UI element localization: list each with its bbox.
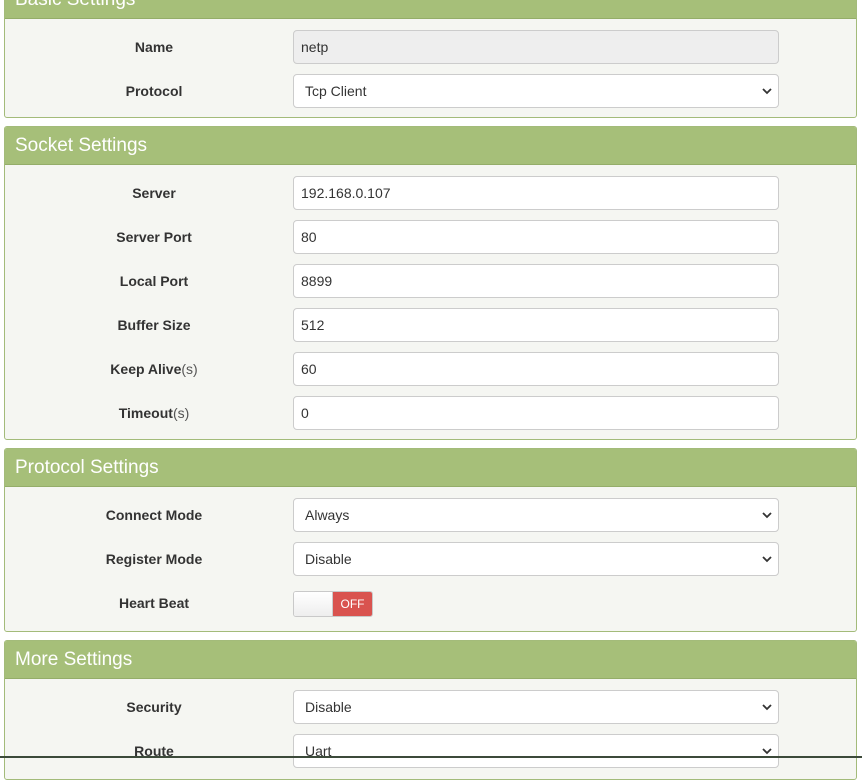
- keep-alive-row: Keep Alive(s) 60: [5, 352, 856, 386]
- name-field[interactable]: netp: [293, 30, 779, 64]
- connect-mode-select-value: Always: [305, 507, 350, 523]
- security-row: Security Disable: [5, 690, 856, 724]
- basic-settings-panel: Basic Settings Name netp Protocol Tcp Cl…: [4, 0, 857, 118]
- connect-mode-row: Connect Mode Always: [5, 498, 856, 532]
- toggle-off-state: OFF: [333, 592, 372, 616]
- local-port-input[interactable]: 8899: [293, 264, 779, 298]
- connect-mode-select[interactable]: Always: [293, 498, 779, 532]
- keep-alive-unit: (s): [181, 361, 198, 377]
- protocol-settings-title: Protocol Settings: [5, 449, 856, 487]
- toggle-knob: [294, 592, 333, 616]
- register-mode-select-value: Disable: [305, 551, 352, 567]
- chevron-down-icon: [762, 88, 772, 95]
- security-select-value: Disable: [305, 699, 352, 715]
- socket-settings-panel: Socket Settings Server 192.168.0.107 Ser…: [4, 126, 857, 440]
- buffer-size-label: Buffer Size: [117, 317, 191, 333]
- connect-mode-label: Connect Mode: [105, 507, 203, 523]
- keep-alive-input[interactable]: 60: [293, 352, 779, 386]
- keep-alive-label-text: Keep Alive: [110, 361, 182, 377]
- heart-beat-toggle[interactable]: OFF: [293, 591, 373, 617]
- security-label: Security: [126, 699, 182, 715]
- protocol-row: Protocol Tcp Client: [5, 74, 856, 108]
- heart-beat-row: Heart Beat OFF: [5, 586, 856, 620]
- timeout-label-text: Timeout: [118, 405, 173, 421]
- keep-alive-label: Keep Alive(s): [5, 352, 303, 386]
- chevron-down-icon: [762, 556, 772, 563]
- name-row: Name netp: [5, 30, 856, 64]
- server-port-row: Server Port 80: [5, 220, 856, 254]
- basic-settings-title: Basic Settings: [5, 0, 856, 19]
- local-port-label: Local Port: [119, 273, 189, 289]
- server-label: Server: [132, 185, 176, 201]
- more-settings-panel: More Settings Security Disable Route Uar…: [4, 640, 857, 780]
- protocol-select-value: Tcp Client: [305, 83, 367, 99]
- timeout-row: Timeout(s) 0: [5, 396, 856, 430]
- chevron-down-icon: [762, 704, 772, 711]
- protocol-settings-panel: Protocol Settings Connect Mode Always Re…: [4, 448, 857, 632]
- chevron-down-icon: [762, 512, 772, 519]
- server-row: Server 192.168.0.107: [5, 176, 856, 210]
- security-select[interactable]: Disable: [293, 690, 779, 724]
- route-label: Route: [134, 743, 174, 759]
- timeout-unit: (s): [172, 405, 190, 421]
- route-select[interactable]: Uart: [293, 734, 779, 768]
- register-mode-select[interactable]: Disable: [293, 542, 779, 576]
- more-settings-title: More Settings: [5, 641, 856, 679]
- buffer-size-input[interactable]: 512: [293, 308, 779, 342]
- local-port-row: Local Port 8899: [5, 264, 856, 298]
- chevron-down-icon: [762, 748, 772, 755]
- server-port-input[interactable]: 80: [293, 220, 779, 254]
- heart-beat-label: Heart Beat: [118, 595, 190, 611]
- server-port-label: Server Port: [116, 229, 192, 245]
- timeout-input[interactable]: 0: [293, 396, 779, 430]
- socket-settings-title: Socket Settings: [5, 127, 856, 165]
- register-mode-row: Register Mode Disable: [5, 542, 856, 576]
- timeout-label: Timeout(s): [5, 396, 303, 430]
- route-row: Route Uart: [5, 734, 856, 768]
- name-label: Name: [134, 39, 174, 55]
- buffer-size-row: Buffer Size 512: [5, 308, 856, 342]
- protocol-select[interactable]: Tcp Client: [293, 74, 779, 108]
- protocol-label: Protocol: [125, 83, 183, 99]
- register-mode-label: Register Mode: [105, 551, 203, 567]
- server-input[interactable]: 192.168.0.107: [293, 176, 779, 210]
